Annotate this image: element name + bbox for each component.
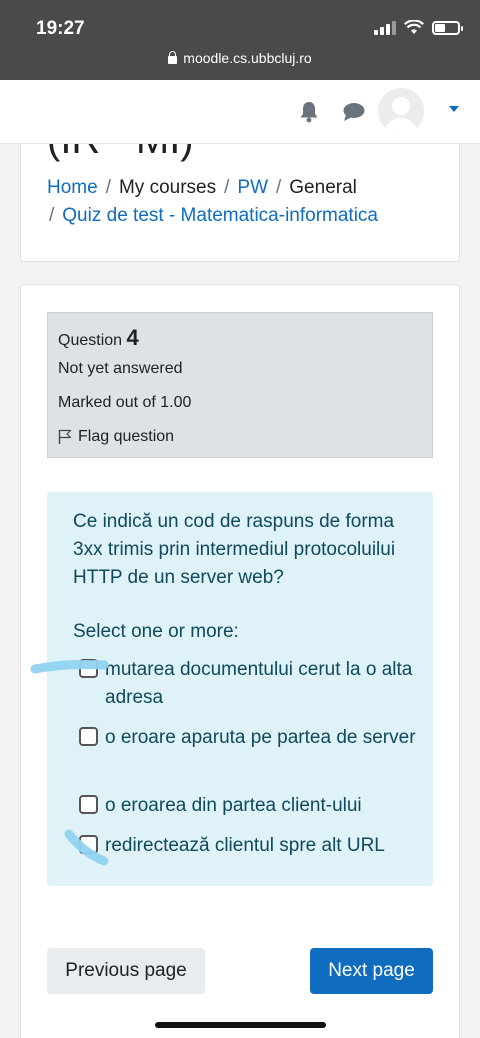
chat-icon[interactable]: [342, 101, 366, 123]
answer-checkbox[interactable]: [79, 835, 98, 854]
breadcrumb-separator: /: [224, 177, 230, 198]
question-content: Ce indică un cod de raspuns de forma 3xx…: [47, 492, 433, 886]
status-time: 19:27: [36, 18, 85, 39]
lock-icon: [168, 50, 178, 64]
breadcrumb-separator: /: [49, 205, 55, 226]
page-header-card: (IR - MI) Home / My courses / PW / General / Qui…: [20, 144, 460, 262]
battery-icon: [432, 20, 463, 35]
question-state: Not yet answered: [58, 360, 183, 377]
next-page-button[interactable]: Next page: [310, 948, 433, 994]
home-indicator[interactable]: [155, 1022, 326, 1028]
status-bar: 19:27 moodle.cs.ubbcluj.ro: [0, 0, 480, 80]
wifi-icon: [404, 20, 424, 34]
page-title: (IR - MI): [47, 144, 194, 163]
answer-option[interactable]: redirectează clientul spre alt URL: [79, 832, 425, 860]
answer-label: redirectează clientul spre alt URL: [105, 835, 385, 856]
flag-question-label: Flag question: [78, 428, 175, 445]
cellular-signal-icon: [374, 20, 396, 35]
answer-option[interactable]: o eroare aparuta pe partea de server: [79, 724, 425, 752]
question-text: Ce indică un cod de raspuns de forma 3xx…: [73, 511, 396, 588]
question-grade: Marked out of 1.00: [58, 394, 192, 411]
user-avatar[interactable]: [378, 88, 424, 134]
question-info-box: Question 4 Not yet answered Marked out o…: [47, 312, 433, 458]
question-label: Question: [58, 332, 123, 349]
breadcrumb-separator: /: [105, 177, 111, 198]
bell-icon[interactable]: [299, 101, 319, 123]
answer-label: mutarea documentului cerut la o alta adr…: [105, 659, 413, 708]
answer-checkbox[interactable]: [79, 659, 98, 678]
address-bar[interactable]: moodle.cs.ubbcluj.ro: [0, 50, 480, 66]
answer-checkbox[interactable]: [79, 795, 98, 814]
breadcrumb-quiz[interactable]: Quiz de test - Matematica-informatica: [62, 205, 378, 226]
question-number-line: Question 4: [58, 325, 139, 351]
breadcrumb: Home / My courses / PW / General / Quiz de test …: [47, 174, 447, 230]
question-number: 4: [126, 325, 139, 350]
breadcrumb-home[interactable]: Home: [47, 177, 98, 198]
answer-label: o eroare aparuta pe partea de server: [105, 727, 416, 748]
answer-label: o eroarea din partea client-ului: [105, 795, 362, 816]
breadcrumb-my-courses: My courses: [118, 177, 217, 198]
breadcrumb-section: General: [289, 177, 357, 198]
answer-option[interactable]: mutarea documentului cerut la o alta adr…: [79, 656, 425, 712]
status-icons: [374, 20, 463, 35]
url-text: moodle.cs.ubbcluj.ro: [183, 50, 312, 66]
answer-option[interactable]: o eroarea din partea client-ului: [79, 792, 425, 820]
answer-checkbox[interactable]: [79, 727, 98, 746]
flag-question-link[interactable]: Flag question: [58, 428, 174, 446]
breadcrumb-course[interactable]: PW: [237, 177, 268, 198]
flag-icon: [58, 429, 72, 444]
previous-page-button[interactable]: Previous page: [47, 948, 205, 994]
breadcrumb-separator: /: [276, 177, 282, 198]
answer-prompt: Select one or more:: [73, 621, 239, 642]
user-menu-chevron-down-icon[interactable]: [449, 106, 459, 112]
